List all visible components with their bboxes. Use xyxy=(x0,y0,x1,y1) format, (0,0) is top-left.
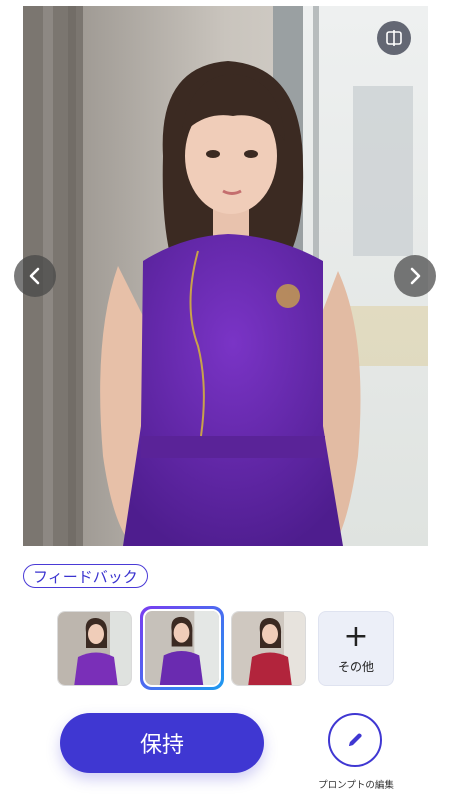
more-options-button[interactable]: + その他 xyxy=(318,611,394,686)
thumbnail-variant-1[interactable] xyxy=(57,611,132,686)
next-image-button[interactable] xyxy=(394,255,436,297)
feedback-button[interactable]: フィードバック xyxy=(23,564,148,588)
edit-prompt-label: プロンプトの編集 xyxy=(318,780,394,791)
thumbnail-variant-2-selected[interactable] xyxy=(140,606,224,690)
pen-icon xyxy=(349,733,362,746)
thumbnail-variant-3[interactable] xyxy=(231,611,306,686)
generated-image xyxy=(23,6,428,546)
compare-button[interactable] xyxy=(377,21,411,55)
more-options-label: その他 xyxy=(337,660,374,674)
compare-icon xyxy=(386,30,402,46)
plus-icon: + xyxy=(343,619,369,654)
previous-image-button[interactable] xyxy=(14,255,56,297)
chevron-right-icon xyxy=(410,267,421,285)
keep-button[interactable]: 保持 xyxy=(60,713,264,773)
edit-prompt-button[interactable] xyxy=(328,713,382,767)
chevron-left-icon xyxy=(29,267,40,285)
